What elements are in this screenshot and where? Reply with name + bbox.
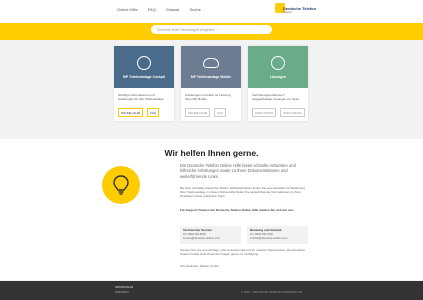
nav-suche[interactable]: Suche [189,7,200,12]
cloud-icon [203,58,219,68]
faq-button[interactable]: FAQ [214,108,226,117]
logo-subtext: Support [283,11,293,14]
card-mobile: MP Telefonanlage Mobile Anleitungen und … [181,46,241,121]
contact-phone[interactable]: Tel. 0800 330 1000 [250,233,273,236]
zur-loesung-button[interactable]: ZUR LÖSUNG [280,108,305,117]
zur-loesung-button[interactable]: ZUR LÖSUNG [252,108,277,117]
card-description: Wichtige Informationen und Anleitungen f… [118,93,165,101]
about-paragraph: Bei Ihrer schnellen Deutsche Telefon Sof… [180,186,305,198]
card-header: MP Telefonanlage Mobile [181,46,241,88]
search-placeholder: Schnelle Hilfe! Suchbegriff eingeben ... [157,27,219,32]
main-navigation: Online Hilfe FAQ Glossar Suche [117,7,201,12]
contact-box-title: Technischer Service [183,228,212,232]
online-hilfe-button[interactable]: ONLINE-HILFE [185,108,211,117]
card-loesungen: Lösungen Verbindungsproblemen? Ausgearbe… [248,46,308,121]
nav-faq[interactable]: FAQ [148,7,156,12]
contact-email[interactable]: vertrieb@deutsche-telefon.com [250,237,287,240]
card-telefonanlage: MP Telefonanlage Cockpit Wichtige Inform… [114,46,174,121]
footer: IMPRESSUM KONTAKT © 2024 · DEUTSCHE TELE… [0,281,423,300]
online-hilfe-button[interactable]: ONLINE-HILFE [118,108,144,117]
about-heading: Wir helfen Ihnen gerne. [164,148,259,158]
contact-box-title: Beratung und Vertrieb [250,228,282,232]
card-header: MP Telefonanlage Cockpit [114,46,174,88]
footer-link-kontakt[interactable]: KONTAKT [115,290,129,294]
contact-box-service: Technischer Service Tel. 0800 330 8000 s… [180,226,241,244]
contact-phone[interactable]: Tel. 0800 330 8000 [183,233,206,236]
search-input[interactable]: Schnelle Hilfe! Suchbegriff eingeben ... [151,25,272,34]
lightbulb-circle-icon [271,56,285,70]
card-description: Verbindungsproblemen? Ausgearbeitete Lös… [252,93,300,101]
top-bar: Online Hilfe FAQ Glossar Suche Deutsche … [0,0,423,23]
logo[interactable]: Deutsche Telefon Support [275,3,316,19]
card-title: MP Telefonanlage Mobile [190,75,232,79]
about-signature: Ihre Deutsche Telefon GmbH [180,264,219,268]
lightbulb-icon [102,166,140,204]
card-description: Anleitungen und Hilfe zur Nutzung Ihres … [185,93,231,101]
faq-button[interactable]: FAQ [147,108,159,117]
card-title: MP Telefonanlage Cockpit [123,75,165,79]
contact-email[interactable]: service@deutsche-telefon.com [183,237,220,240]
about-intro: Die Deutsche Telefon Online Hilfe bietet… [180,163,296,179]
phone-icon [137,56,151,70]
about-support-intro: Für Support-Themen der Deutsche Telefon … [180,208,295,212]
product-cards: MP Telefonanlage Cockpit Wichtige Inform… [114,46,309,121]
footer-copyright: © 2024 · DEUTSCHE TELEFON STANDARD AG [241,290,303,294]
nav-glossar[interactable]: Glossar [166,7,180,12]
contact-box-vertrieb: Beratung und Vertrieb Tel. 0800 330 1000… [247,226,308,244]
contact-boxes: Technischer Service Tel. 0800 330 8000 s… [180,226,308,244]
about-paragraph: Senden Sie uns eine Anfrage, oder besuch… [180,248,305,256]
nav-online-hilfe[interactable]: Online Hilfe [117,7,138,12]
card-header: Lösungen [248,46,308,88]
card-title: Lösungen [269,75,287,79]
footer-link-impressum[interactable]: IMPRESSUM [115,285,133,289]
